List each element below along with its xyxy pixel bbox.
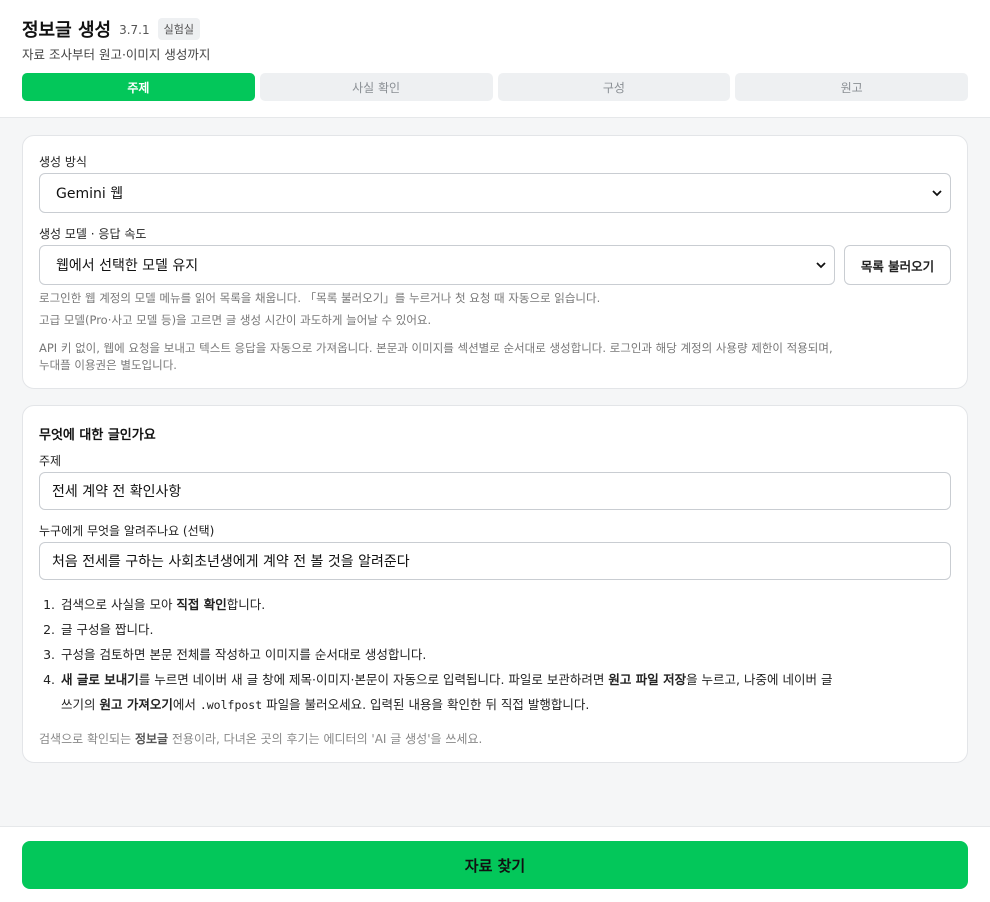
note-emphasis: 정보글 [134,732,169,746]
step-emphasis: 직접 확인 [176,597,227,612]
step-tabs: 주제 사실 확인 구성 원고 [22,73,968,101]
step-number: 4. [43,672,55,687]
chevron-down-icon [932,190,942,197]
usage-note: 검색으로 확인되는 정보글 전용이라, 다녀온 곳의 후기는 에디터의 'AI … [39,730,482,747]
method-select-value: Gemini 웹 [56,186,124,202]
note-text-part: 전용이라, 다녀온 곳의 후기는 에디터의 'AI 글 생성'을 쓰세요. [168,732,483,746]
method-info-line-2: 누대플 이용권은 별도입니다. [39,358,177,372]
lab-badge: 실험실 [157,18,200,40]
step-text-part: 에서 [172,697,200,712]
step-item: 2. 글 구성을 짭니다. [39,617,953,642]
model-help-text-1: 로그인한 웹 계정의 모델 메뉴를 읽어 목록을 채웁니다. 「목록 불러오기」… [39,291,601,305]
audience-input[interactable]: 처음 전세를 구하는 사회초년생에게 계약 전 볼 것을 알려준다 [39,542,951,580]
step-text-part: 합니다. [226,597,266,612]
version-label: 3.7.1 [119,23,150,37]
step-text: 새 글로 보내기를 누르면 네이버 새 글 창에 제목·이미지·본문이 자동으로… [61,667,953,718]
model-help-text-2: 고급 모델(Pro·사고 모델 등)을 고르면 글 생성 시간이 과도하게 늘어… [39,313,432,327]
step-item: 3. 구성을 검토하면 본문 전체를 작성하고 이미지를 순서대로 생성합니다. [39,642,953,667]
tab-topic[interactable]: 주제 [22,73,255,101]
generation-settings-card: 생성 방식 Gemini 웹 생성 모델 · 응답 속도 웹에서 선택한 모델 … [22,135,968,389]
topic-card: 무엇에 대한 글인가요 주제 전세 계약 전 확인사항 누구에게 무엇을 알려주… [22,405,968,763]
step-text: 구성을 검토하면 본문 전체를 작성하고 이미지를 순서대로 생성합니다. [61,647,427,662]
tab-structure[interactable]: 구성 [497,73,731,101]
audience-input-value: 처음 전세를 구하는 사회초년생에게 계약 전 볼 것을 알려준다 [52,554,410,570]
method-label: 생성 방식 [39,155,87,169]
title-row: 정보글 생성 3.7.1 실험실 [22,16,200,42]
step-number: 2. [43,622,55,637]
load-list-button[interactable]: 목록 불러오기 [844,245,951,285]
topic-label: 주제 [39,454,62,468]
step-text-part: 파일을 불러오세요. 입력된 내용을 확인한 뒤 직접 발행합니다. [262,697,590,712]
step-number: 1. [43,597,55,612]
method-select[interactable]: Gemini 웹 [39,173,951,213]
step-text-part: 검색으로 사실을 모아 [61,597,177,612]
model-select[interactable]: 웹에서 선택한 모델 유지 [39,245,835,285]
topic-input[interactable]: 전세 계약 전 확인사항 [39,472,951,510]
step-text-part: 를 누르면 네이버 새 글 창에 제목·이미지·본문이 자동으로 입력됩니다. … [138,672,609,687]
page-title: 정보글 생성 [22,20,112,41]
tab-fact-check[interactable]: 사실 확인 [259,73,493,101]
steps-list: 1. 검색으로 사실을 모아 직접 확인합니다. 2. 글 구성을 짭니다. 3… [39,592,953,718]
topic-section-title: 무엇에 대한 글인가요 [39,428,156,443]
audience-label: 누구에게 무엇을 알려주나요 (선택) [39,524,215,538]
step-text-part: 을 누르고, 나중에 네이버 글 [686,672,833,687]
step-emphasis: 원고 파일 저장 [608,672,687,687]
topic-input-value: 전세 계약 전 확인사항 [52,484,182,500]
step-number: 3. [43,647,55,662]
step-emphasis: 새 글로 보내기 [61,672,139,687]
footer-bar: 자료 찾기 [0,826,990,902]
step-text: 글 구성을 짭니다. [61,622,154,637]
model-select-value: 웹에서 선택한 모델 유지 [56,258,199,274]
app-header: 정보글 생성 3.7.1 실험실 자료 조사부터 원고·이미지 생성까지 주제 … [0,0,990,118]
step-emphasis: 원고 가져오기 [99,697,173,712]
method-info-line-1: API 키 없이, 웹에 요청을 보내고 텍스트 응답을 자동으로 가져옵니다.… [39,341,833,355]
step-item: 1. 검색으로 사실을 모아 직접 확인합니다. [39,592,953,617]
chevron-down-icon [816,262,826,269]
step-text: 검색으로 사실을 모아 직접 확인합니다. [61,592,953,617]
page-subtitle: 자료 조사부터 원고·이미지 생성까지 [22,47,211,62]
step-text-part: 쓰기의 [61,697,100,712]
model-label: 생성 모델 · 응답 속도 [39,227,147,241]
step-item: 4. 새 글로 보내기를 누르면 네이버 새 글 창에 제목·이미지·본문이 자… [39,667,953,718]
note-text-part: 검색으로 확인되는 [39,732,135,746]
file-extension: .wolfpost [199,698,263,712]
find-materials-button[interactable]: 자료 찾기 [22,841,968,889]
tab-draft[interactable]: 원고 [735,73,968,101]
